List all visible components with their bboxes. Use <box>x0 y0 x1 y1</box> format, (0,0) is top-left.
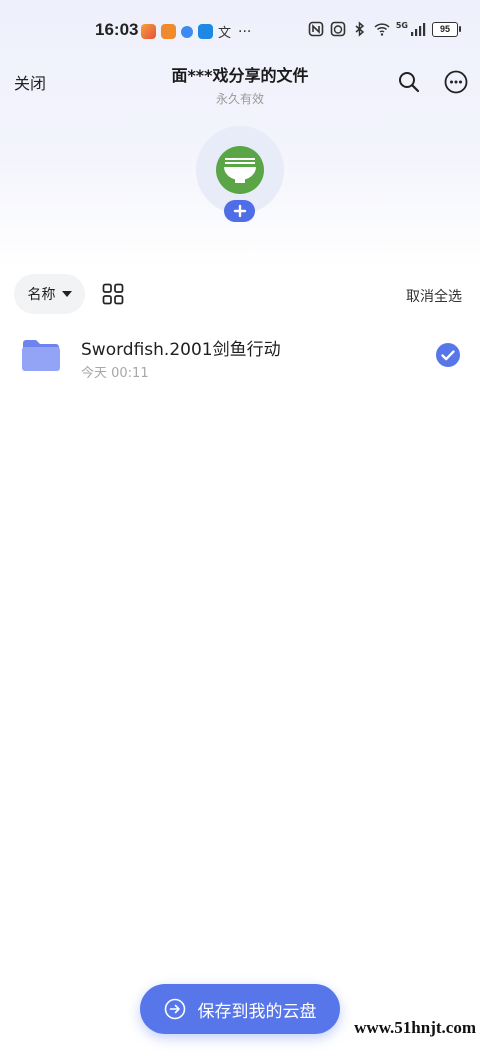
file-modified-time: 今天 00:11 <box>81 366 149 381</box>
close-button[interactable]: 关闭 <box>14 70 46 94</box>
file-list-item[interactable]: Swordfish.2001剑鱼行动 今天 00:11 <box>0 330 480 386</box>
app-notification-icon <box>141 24 156 39</box>
plus-icon <box>233 204 246 218</box>
alarm-icon <box>330 21 346 37</box>
nfc-icon <box>308 21 324 37</box>
status-app-icons: 文 ··· <box>141 22 251 41</box>
battery-icon: 95 <box>432 21 461 37</box>
signal-icon <box>411 23 426 36</box>
caret-down-icon <box>61 291 72 297</box>
bluetooth-icon <box>355 21 365 37</box>
sort-label: 名称 <box>27 287 56 303</box>
search-icon[interactable] <box>397 70 421 94</box>
arrow-right-circle-icon <box>164 998 185 1020</box>
grid-view-icon[interactable] <box>102 283 124 305</box>
save-to-cloud-button[interactable]: 保存到我的云盘 <box>140 984 340 1034</box>
deselect-all-button[interactable]: 取消全选 <box>406 286 462 306</box>
status-bar: 16:03 文 ··· 5G 95 <box>0 18 480 44</box>
selected-check-icon[interactable] <box>436 343 460 367</box>
status-time: 16:03 <box>95 20 139 39</box>
more-options-icon[interactable] <box>444 70 468 94</box>
save-button-label: 保存到我的云盘 <box>197 1001 317 1022</box>
translate-icon: 文 <box>218 26 232 41</box>
sort-by-button[interactable]: 名称 <box>14 274 85 314</box>
wifi-icon <box>374 23 390 36</box>
more-notifications-icon: ··· <box>238 23 252 40</box>
network-type: 5G <box>395 20 408 30</box>
site-watermark: www.51hnjt.com <box>354 1018 476 1037</box>
cloud-app-icon <box>198 24 213 39</box>
page-title: 面***戏分享的文件 <box>171 66 309 85</box>
title-area: 面***戏分享的文件 永久有效 <box>90 62 390 107</box>
noodle-bowl-avatar-icon <box>216 146 264 194</box>
follow-add-button[interactable] <box>224 200 255 222</box>
video-app-icon <box>161 24 176 39</box>
status-right-icons: 5G 95 <box>308 20 461 37</box>
folder-icon <box>22 340 60 371</box>
browser-app-icon <box>181 25 193 38</box>
share-validity: 永久有效 <box>215 92 264 106</box>
file-name: Swordfish.2001剑鱼行动 <box>81 340 281 360</box>
